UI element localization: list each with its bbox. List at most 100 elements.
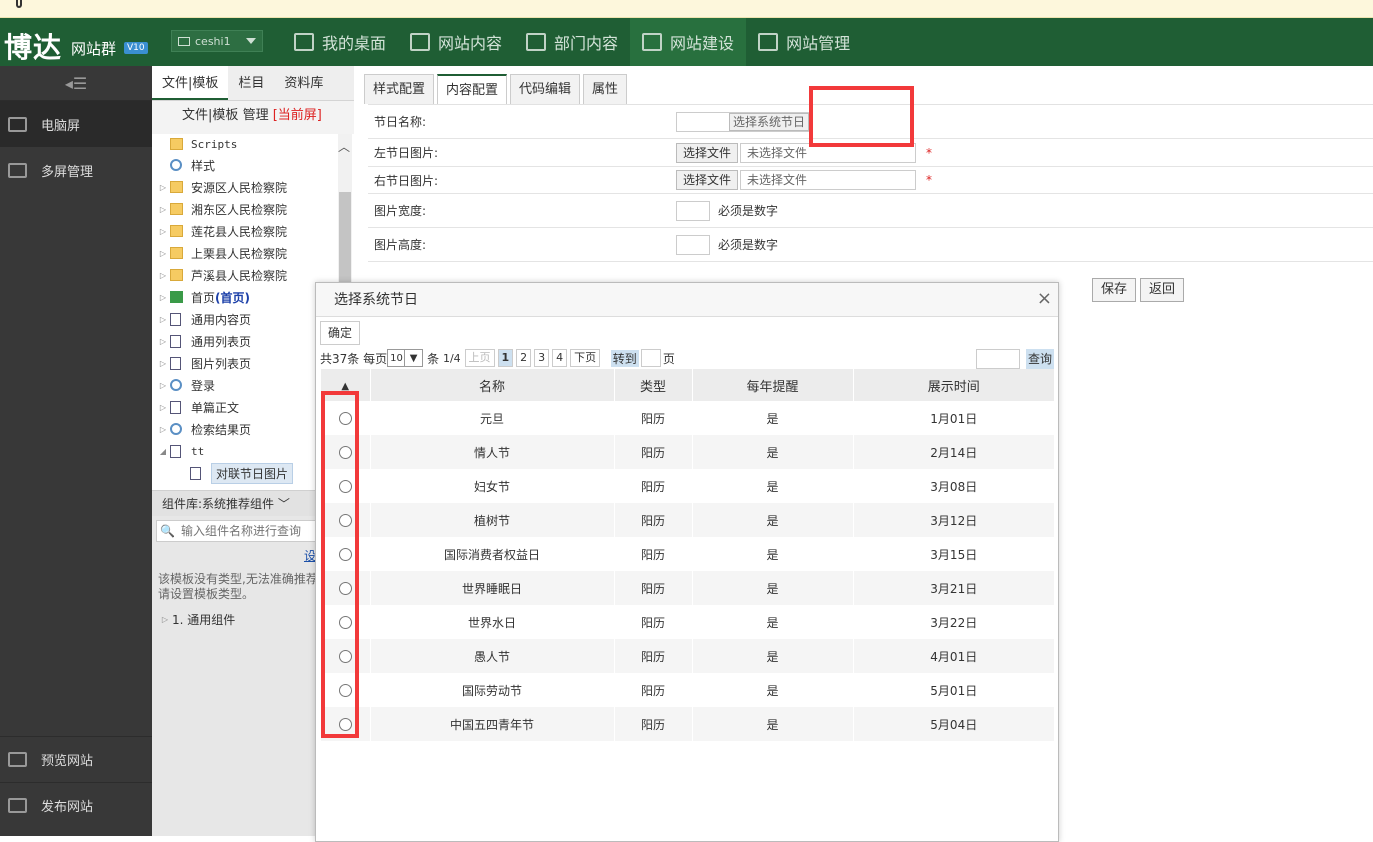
cell-type: 阳历	[614, 571, 693, 605]
search-button[interactable]: 查询	[1025, 349, 1054, 369]
nav-label: 网站建设	[670, 34, 735, 53]
user-select[interactable]: ceshi1	[171, 30, 263, 52]
right-image-file-button[interactable]: 选择文件	[676, 170, 739, 190]
tree-item[interactable]: ▷ 湘东区人民检察院	[152, 198, 354, 220]
save-button[interactable]: 保存	[1092, 278, 1137, 302]
page-1-button[interactable]: 1	[497, 349, 514, 367]
nav-site-manage[interactable]: 网站管理	[746, 18, 862, 66]
festival-name-field[interactable]: 选择系统节日	[676, 111, 810, 132]
home-icon	[170, 291, 183, 303]
table-row[interactable]: 国际劳动节 阳历是 5月01日	[321, 673, 1055, 707]
tab-code-edit[interactable]: 代码编辑	[510, 74, 581, 104]
expand-icon[interactable]: ▷	[156, 381, 170, 390]
expand-icon[interactable]: ▷	[156, 249, 170, 258]
subbar-current-screen: [当前屏]	[272, 108, 322, 123]
tab-file-template[interactable]: 文件|模板	[152, 66, 229, 100]
close-icon[interactable]: ×	[1037, 288, 1052, 310]
tree-item[interactable]: ▷ 安源区人民检察院	[152, 176, 354, 198]
page-icon	[190, 466, 201, 480]
subbar-file[interactable]: 文件	[182, 108, 208, 123]
chevron-down-icon: ﹀	[274, 497, 290, 511]
cell-type: 阳历	[614, 639, 693, 673]
right-image-file-name[interactable]: 未选择文件	[740, 170, 917, 190]
subbar-template[interactable]: 模板	[212, 108, 238, 123]
festival-search-input[interactable]	[976, 349, 1020, 369]
back-button[interactable]: 返回	[1140, 278, 1185, 302]
expand-icon[interactable]: ▷	[156, 205, 170, 214]
expand-icon[interactable]: ▷	[156, 337, 170, 346]
cell-remind: 是	[692, 707, 854, 741]
expand-icon[interactable]: ▷	[156, 425, 170, 434]
sidebar-item-desktop-screen[interactable]: 电脑屏	[0, 101, 152, 147]
expand-icon[interactable]: ▷	[156, 315, 170, 324]
confirm-button[interactable]: 确定	[320, 321, 361, 345]
component-search-input[interactable]	[174, 524, 325, 538]
page-4-button[interactable]: 4	[552, 349, 568, 367]
table-row[interactable]: 植树节 阳历是 3月12日	[321, 503, 1055, 537]
expand-icon[interactable]: ▷	[156, 293, 170, 302]
table-row[interactable]: 元旦 阳历是 1月01日	[321, 401, 1055, 435]
collapse-toggle[interactable]: ◂☰	[0, 66, 152, 101]
prev-page-button[interactable]: 上页	[464, 349, 495, 367]
tree-item[interactable]: 样式	[152, 154, 354, 176]
sidebar-item-multi-screen[interactable]: 多屏管理	[0, 147, 152, 193]
nav-dept-content[interactable]: 部门内容	[514, 18, 630, 66]
expand-icon[interactable]: ▷	[156, 359, 170, 368]
tree-item[interactable]: ▷ 莲花县人民检察院	[152, 220, 354, 242]
expand-icon[interactable]: ▷	[156, 183, 170, 192]
nav-site-content[interactable]: 网站内容	[398, 18, 514, 66]
form-row-image-height: 图片高度: 必须是数字	[368, 228, 1373, 262]
add-page-icon	[642, 33, 663, 51]
expand-icon[interactable]: ▷	[156, 403, 170, 412]
image-height-input[interactable]	[676, 234, 710, 255]
scroll-up-icon[interactable]: ︿	[338, 138, 350, 155]
cell-name: 元旦	[370, 401, 615, 435]
cell-name: 植树节	[370, 503, 615, 537]
tab-library[interactable]: 资料库	[274, 66, 333, 100]
cell-remind: 是	[692, 503, 854, 537]
table-row[interactable]: 妇女节 阳历是 3月08日	[321, 469, 1055, 503]
left-image-file-button[interactable]: 选择文件	[676, 142, 739, 163]
tree-item[interactable]: Scripts	[152, 134, 354, 154]
column-header-remind: 每年提醒	[692, 369, 854, 401]
monitor-settings-icon	[758, 33, 779, 51]
cell-name: 妇女节	[370, 469, 615, 503]
panel-tabs: 文件|模板 栏目 资料库	[152, 66, 354, 101]
select-system-festival-button[interactable]: 选择系统节日	[728, 112, 809, 131]
table-row[interactable]: 中国五四青年节 阳历是 5月04日	[321, 707, 1055, 741]
goto-page-input[interactable]	[640, 349, 661, 367]
tab-column[interactable]: 栏目	[228, 66, 274, 100]
next-page-button[interactable]: 下页	[570, 349, 601, 367]
tree-item-label: 莲花县人民检察院	[191, 224, 288, 239]
expand-icon: ▷	[161, 614, 169, 624]
per-page-select[interactable]: 10 ▼	[387, 349, 424, 367]
table-row[interactable]: 愚人节 阳历是 4月01日	[321, 639, 1055, 673]
brand-logo: 博达	[4, 31, 63, 64]
sidebar-item-preview-site[interactable]: 预览网站	[0, 736, 152, 782]
subbar-manage[interactable]: 管理	[243, 108, 269, 123]
expand-icon[interactable]: ▷	[156, 227, 170, 236]
goto-page-button[interactable]: 转到	[610, 349, 639, 367]
tree-item[interactable]: ▷ 上栗县人民检察院	[152, 242, 354, 264]
sidebar-item-publish-site[interactable]: 发布网站	[0, 782, 152, 828]
table-row[interactable]: 情人节 阳历是 2月14日	[321, 435, 1055, 469]
nav-site-build[interactable]: 网站建设	[630, 18, 747, 66]
tree-item-label: 安源区人民检察院	[191, 180, 288, 195]
table-row[interactable]: 世界睡眠日 阳历是 3月21日	[321, 571, 1055, 605]
image-width-input[interactable]	[676, 200, 710, 221]
nav-my-desktop[interactable]: 我的桌面	[282, 18, 398, 66]
page-2-button[interactable]: 2	[516, 349, 532, 367]
tab-content-config[interactable]: 内容配置	[437, 74, 508, 104]
publish-icon	[8, 798, 27, 813]
tab-style-config[interactable]: 样式配置	[364, 74, 435, 104]
nav-label: 网站内容	[438, 34, 503, 53]
expand-icon[interactable]: ◢	[156, 447, 170, 456]
page-3-button[interactable]: 3	[534, 349, 550, 367]
expand-icon[interactable]: ▷	[156, 271, 170, 280]
table-row[interactable]: 世界水日 阳历是 3月22日	[321, 605, 1055, 639]
table-row[interactable]: 国际消费者权益日 阳历是 3月15日	[321, 537, 1055, 571]
tab-properties[interactable]: 属性	[583, 74, 628, 104]
cell-date: 3月08日	[853, 469, 1055, 503]
tree-item-label: 图片列表页	[191, 356, 252, 371]
org-chart-icon	[526, 33, 547, 51]
